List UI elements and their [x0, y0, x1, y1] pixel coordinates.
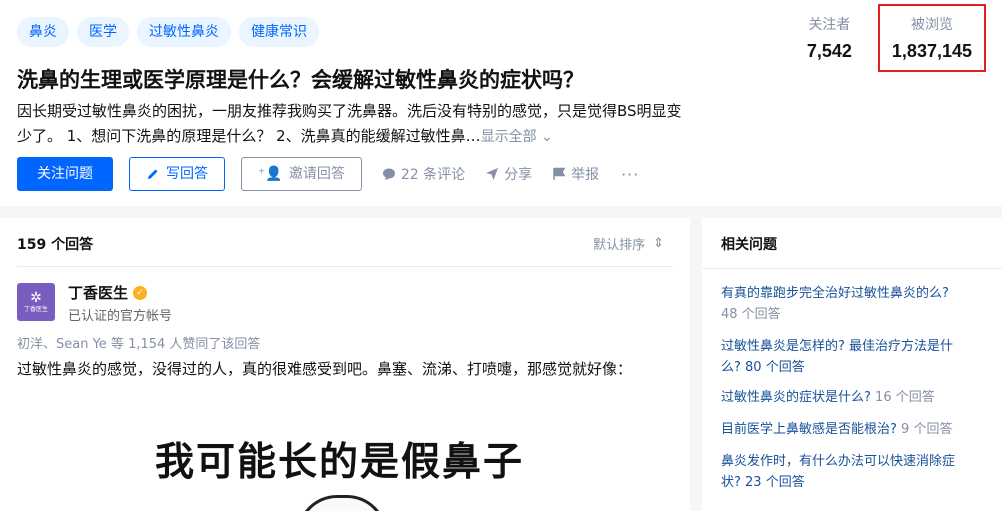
- avatar-text: 丁香医生: [23, 306, 48, 313]
- related-answer-count: 48 个回答: [721, 307, 781, 322]
- description-line: 因长期受过敏性鼻炎的困扰，一朋友推荐我购买了洗鼻器。洗后没有特别的感觉，只是觉得…: [17, 102, 682, 120]
- sort-label: 默认排序: [593, 238, 646, 253]
- description-text: 少了。 1、想问下洗鼻的原理是什么？ 2、洗鼻真的能缓解过敏性鼻…: [17, 127, 481, 145]
- share-button[interactable]: 分享: [485, 164, 532, 184]
- sort-icon: ⇕: [653, 236, 664, 251]
- followers-count: 7,542: [806, 41, 852, 61]
- related-question-text: 有真的靠跑步完全治好过敏性鼻炎的么?: [721, 286, 949, 301]
- question-description: 因长期受过敏性鼻炎的困扰，一朋友推荐我购买了洗鼻器。洗后没有特别的感觉，只是觉得…: [17, 99, 697, 150]
- views-stat: 被浏览 1,837,145: [877, 4, 986, 72]
- clove-logo-icon: ✲: [30, 290, 42, 306]
- related-question-item[interactable]: 过敏性鼻炎是怎样的? 最佳治疗方法是什 么? 80 个回答: [721, 336, 983, 378]
- sort-dropdown[interactable]: 默认排序 ⇕: [593, 234, 664, 253]
- related-question-item[interactable]: 目前医学上鼻敏感是否能根治? 9 个回答: [721, 419, 983, 440]
- related-questions: 相关问题 有真的靠跑步完全治好过敏性鼻炎的么? 48 个回答 过敏性鼻炎是怎样的…: [702, 218, 1002, 511]
- topic-tag[interactable]: 鼻炎: [17, 17, 69, 47]
- answer-paragraph: 过敏性鼻炎的感觉，没得过的人，真的很难感受到吧。鼻塞、流涕、打喷嚏，那感觉就好像…: [17, 360, 633, 378]
- invite-answer-label: 邀请回答: [288, 166, 345, 182]
- question-stats: 关注者 7,542 被浏览 1,837,145: [793, 4, 986, 72]
- followers-stat[interactable]: 关注者 7,542: [793, 4, 878, 72]
- share-icon: [486, 168, 499, 180]
- views-label: 被浏览: [910, 17, 953, 33]
- related-question-text: 过敏性鼻炎是怎样的? 最佳治疗方法是什: [721, 339, 954, 354]
- related-question-text: 过敏性鼻炎的症状是什么?: [721, 390, 871, 405]
- chevron-down-icon: ⌄: [541, 129, 553, 145]
- related-question-text: 鼻炎发作时，有什么办法可以快速消除症: [721, 454, 956, 469]
- pencil-icon: [148, 169, 158, 179]
- related-title: 相关问题: [721, 237, 777, 253]
- question-header: 鼻炎 医学 过敏性鼻炎 健康常识 关注者 7,542 被浏览 1,837,145…: [0, 0, 1002, 206]
- answers-count: 159 个回答: [17, 237, 94, 253]
- invite-answer-button[interactable]: ⁺👤 邀请回答: [241, 157, 362, 191]
- write-answer-label: 写回答: [166, 166, 208, 182]
- verified-badge-icon: ✓: [133, 285, 148, 300]
- question-title: 洗鼻的生理或医学原理是什么？会缓解过敏性鼻炎的症状吗？: [17, 68, 584, 92]
- followers-label: 关注者: [808, 17, 851, 33]
- description-line: 少了。 1、想问下洗鼻的原理是什么？ 2、洗鼻真的能缓解过敏性鼻…显示全部 ⌄: [17, 124, 697, 150]
- related-question-text: 目前医学上鼻敏感是否能根治?: [721, 422, 897, 437]
- related-question-text: 么? 80 个回答: [721, 360, 805, 375]
- related-question-item[interactable]: 鼻炎发作时，有什么办法可以快速消除症 状? 23 个回答: [721, 451, 983, 493]
- report-button[interactable]: 举报: [552, 164, 599, 184]
- topic-tag[interactable]: 健康常识: [239, 17, 319, 47]
- author-name-text: 丁香医生: [68, 284, 129, 302]
- more-icon[interactable]: ···: [621, 165, 639, 184]
- related-question-text: 状? 23 个回答: [721, 475, 805, 490]
- meme-image-caption: 我可能长的是假鼻子: [155, 440, 525, 485]
- question-actions: 关注问题 写回答 ⁺👤 邀请回答 22 条评论 分享 举报 ···: [17, 157, 639, 191]
- flag-icon: [553, 167, 566, 180]
- topic-tag[interactable]: 过敏性鼻炎: [137, 17, 231, 47]
- voters-summary[interactable]: 初洋、Sean Ye 等 1,154 人赞同了该回答: [17, 333, 260, 352]
- views-count: 1,837,145: [891, 41, 972, 61]
- meme-face-image: [297, 495, 387, 511]
- invite-user-icon: ⁺👤: [258, 166, 283, 182]
- divider: [17, 266, 673, 267]
- write-answer-button[interactable]: 写回答: [129, 157, 225, 191]
- comment-icon: [382, 168, 395, 180]
- show-all-link[interactable]: 显示全部 ⌄: [481, 129, 553, 145]
- avatar[interactable]: ✲ 丁香医生: [17, 283, 55, 321]
- related-question-item[interactable]: 过敏性鼻炎的症状是什么? 16 个回答: [721, 387, 983, 408]
- follow-question-button[interactable]: 关注问题: [17, 157, 113, 191]
- related-answer-count: 9 个回答: [901, 422, 953, 437]
- author-headline: 已认证的官方帐号: [68, 309, 173, 324]
- topic-tags: 鼻炎 医学 过敏性鼻炎 健康常识: [17, 17, 319, 47]
- answers-list: 159 个回答 默认排序 ⇕ ✲ 丁香医生 丁香医生 ✓ 已认证的官方帐号 初洋…: [0, 218, 690, 511]
- show-all-label: 显示全部: [480, 129, 537, 145]
- share-label: 分享: [504, 167, 533, 183]
- topic-tag[interactable]: 医学: [77, 17, 129, 47]
- report-label: 举报: [571, 167, 600, 183]
- comments-button[interactable]: 22 条评论: [382, 164, 465, 184]
- author-name[interactable]: 丁香医生 ✓: [68, 282, 148, 303]
- related-question-item[interactable]: 有真的靠跑步完全治好过敏性鼻炎的么? 48 个回答: [721, 283, 983, 325]
- divider: [702, 268, 1002, 269]
- comments-label: 22 条评论: [400, 167, 466, 183]
- related-answer-count: 16 个回答: [875, 390, 935, 405]
